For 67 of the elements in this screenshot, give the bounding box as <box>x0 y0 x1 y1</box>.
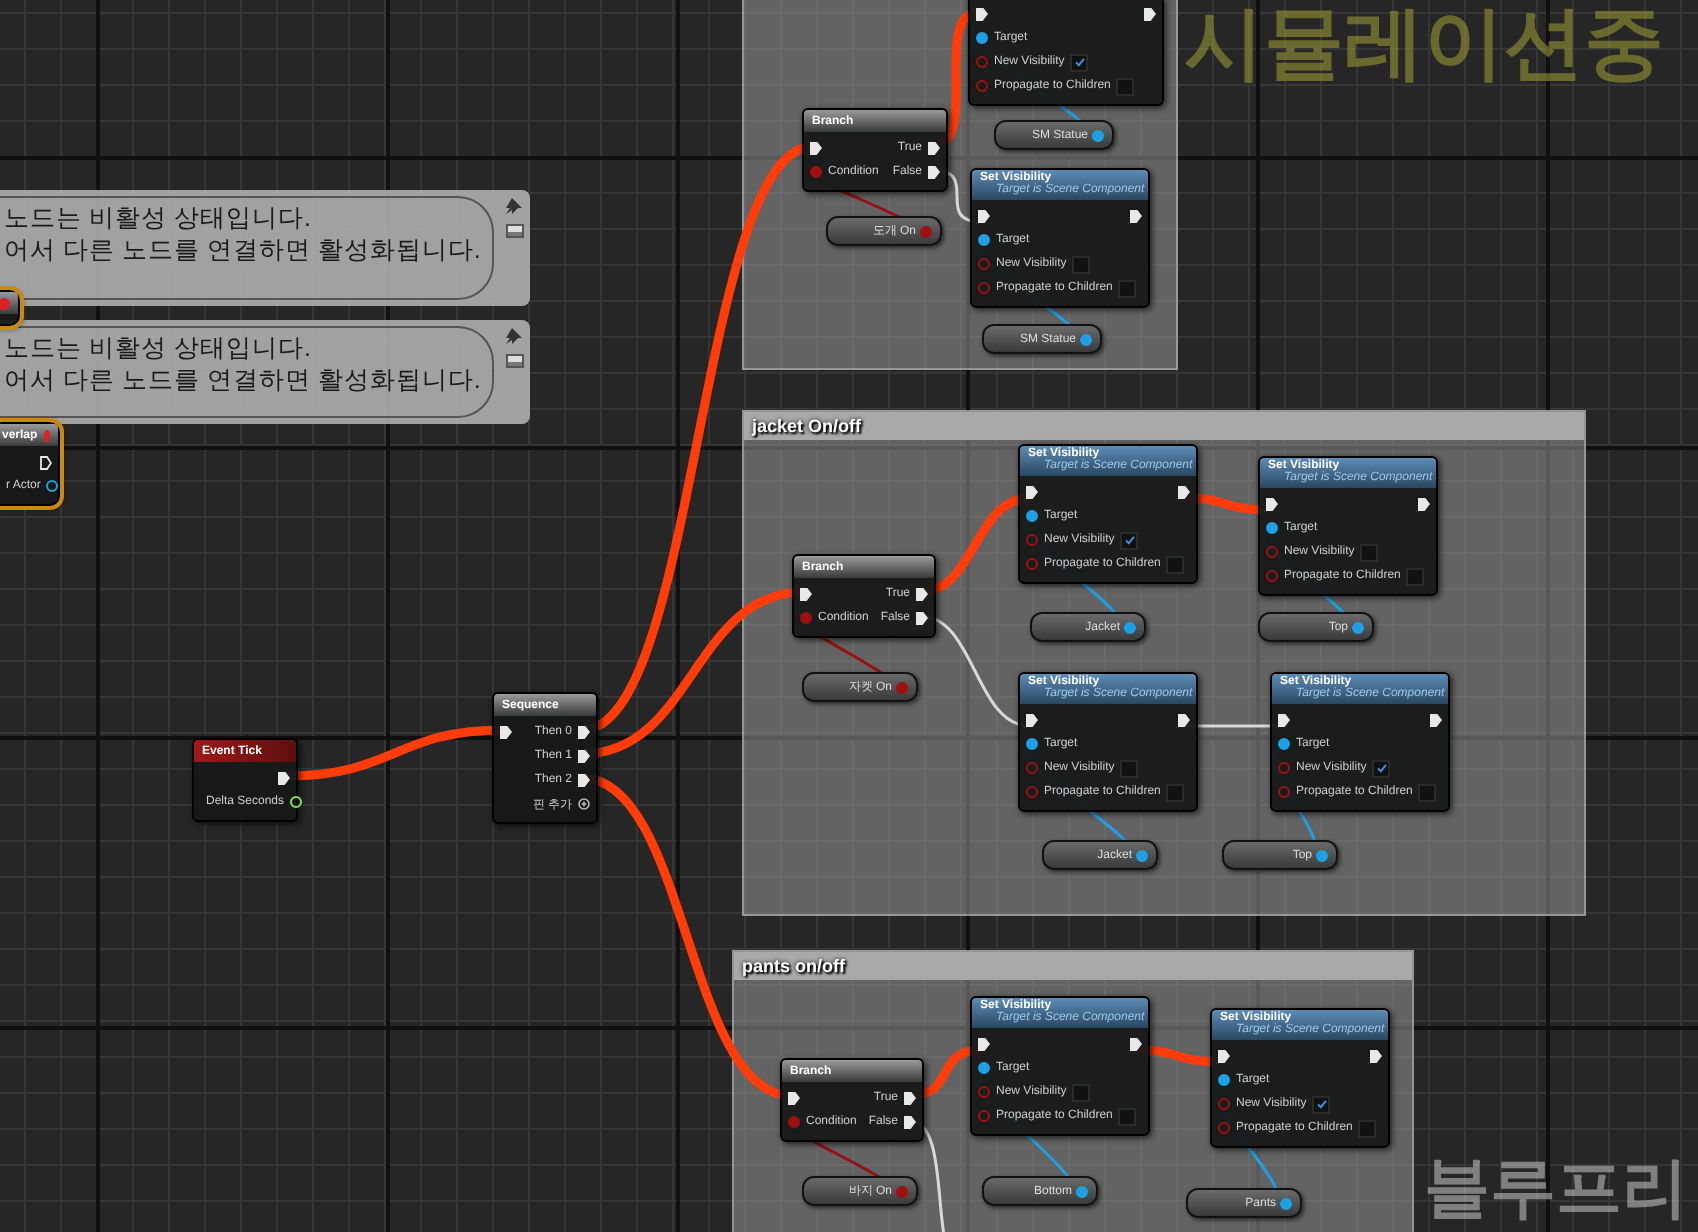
pin-icon[interactable] <box>1278 738 1290 750</box>
exec-pin-icon[interactable] <box>928 165 940 179</box>
exec-pin-icon[interactable] <box>1218 1049 1230 1063</box>
exec-pin-icon[interactable] <box>976 7 988 21</box>
group-title: jacket On/off <box>744 412 1584 440</box>
checkbox[interactable] <box>1372 759 1391 777</box>
pin-icon[interactable] <box>1218 1074 1230 1086</box>
exec-pin-icon[interactable] <box>928 141 940 155</box>
pin-icon[interactable] <box>978 1062 990 1074</box>
exec-pin-icon[interactable] <box>916 611 928 625</box>
checkbox[interactable] <box>1120 759 1139 777</box>
comment-text: 어서 다른 노드를 연결하면 활성화됩니다. <box>4 234 481 266</box>
exec-pin-icon[interactable] <box>904 1091 916 1105</box>
pin-icon[interactable] <box>1026 510 1038 522</box>
exec-pin-icon[interactable] <box>1026 713 1038 727</box>
exec-pin-icon[interactable] <box>1130 1037 1142 1051</box>
exec-pin-icon[interactable] <box>578 749 590 763</box>
checkbox[interactable] <box>1072 255 1091 273</box>
checkbox[interactable] <box>1166 783 1185 801</box>
add-icon[interactable] <box>578 798 590 810</box>
exec-pin-icon[interactable] <box>40 455 52 469</box>
checkbox[interactable] <box>1312 1095 1331 1113</box>
graph-watermark-label: 블루프리 <box>1424 1146 1688 1230</box>
exec-pin-icon[interactable] <box>1144 7 1156 21</box>
exec-pin-icon[interactable] <box>916 587 928 601</box>
exec-pin-icon[interactable] <box>500 725 512 739</box>
exec-pin-icon[interactable] <box>1178 713 1190 727</box>
checkbox[interactable] <box>1070 53 1089 71</box>
group-title: pants on/off <box>734 952 1412 980</box>
comment-text: 노드는 비활성 상태입니다. <box>4 202 313 234</box>
exec-pin-icon[interactable] <box>1418 497 1430 511</box>
comment-text: 노드는 비활성 상태입니다. <box>4 332 313 364</box>
exec-pin-icon[interactable] <box>1130 209 1142 223</box>
checkbox[interactable] <box>1418 783 1437 801</box>
exec-pin-icon[interactable] <box>788 1091 800 1105</box>
exec-pin-icon[interactable] <box>1178 485 1190 499</box>
pin-icon[interactable] <box>1026 738 1038 750</box>
checkbox[interactable] <box>1360 543 1379 561</box>
exec-pin-icon[interactable] <box>1266 497 1278 511</box>
exec-pin-icon[interactable] <box>578 725 590 739</box>
pin-icon[interactable] <box>978 234 990 246</box>
checkbox[interactable] <box>1118 279 1137 297</box>
box-icon[interactable] <box>505 354 523 368</box>
exec-pin-icon[interactable] <box>1026 485 1038 499</box>
exec-pin-icon[interactable] <box>578 773 590 787</box>
exec-pin-icon[interactable] <box>810 141 822 155</box>
checkbox[interactable] <box>1072 1083 1091 1101</box>
pin-icon[interactable] <box>1266 522 1278 534</box>
checkbox[interactable] <box>1166 555 1185 573</box>
exec-pin-icon[interactable] <box>904 1115 916 1129</box>
checkbox[interactable] <box>1358 1119 1377 1137</box>
comment-text: 어서 다른 노드를 연결하면 활성화됩니다. <box>4 364 481 396</box>
pin-icon[interactable] <box>46 480 59 492</box>
exec-pin-icon[interactable] <box>1278 713 1290 727</box>
exec-pin-icon[interactable] <box>278 771 290 785</box>
exec-pin-icon[interactable] <box>1430 713 1442 727</box>
checkbox[interactable] <box>1118 1107 1137 1125</box>
checkbox[interactable] <box>1116 77 1135 95</box>
exec-pin-icon[interactable] <box>978 1037 990 1051</box>
box-icon[interactable] <box>505 224 523 238</box>
exec-pin-icon[interactable] <box>1370 1049 1382 1063</box>
pin-icon[interactable] <box>976 32 988 44</box>
exec-pin-icon[interactable] <box>978 209 990 223</box>
graph-watermark-label: 시뮬레이션중 <box>1184 0 1664 94</box>
checkbox[interactable] <box>1406 567 1425 585</box>
exec-pin-icon[interactable] <box>800 587 812 601</box>
checkbox[interactable] <box>1120 531 1139 549</box>
